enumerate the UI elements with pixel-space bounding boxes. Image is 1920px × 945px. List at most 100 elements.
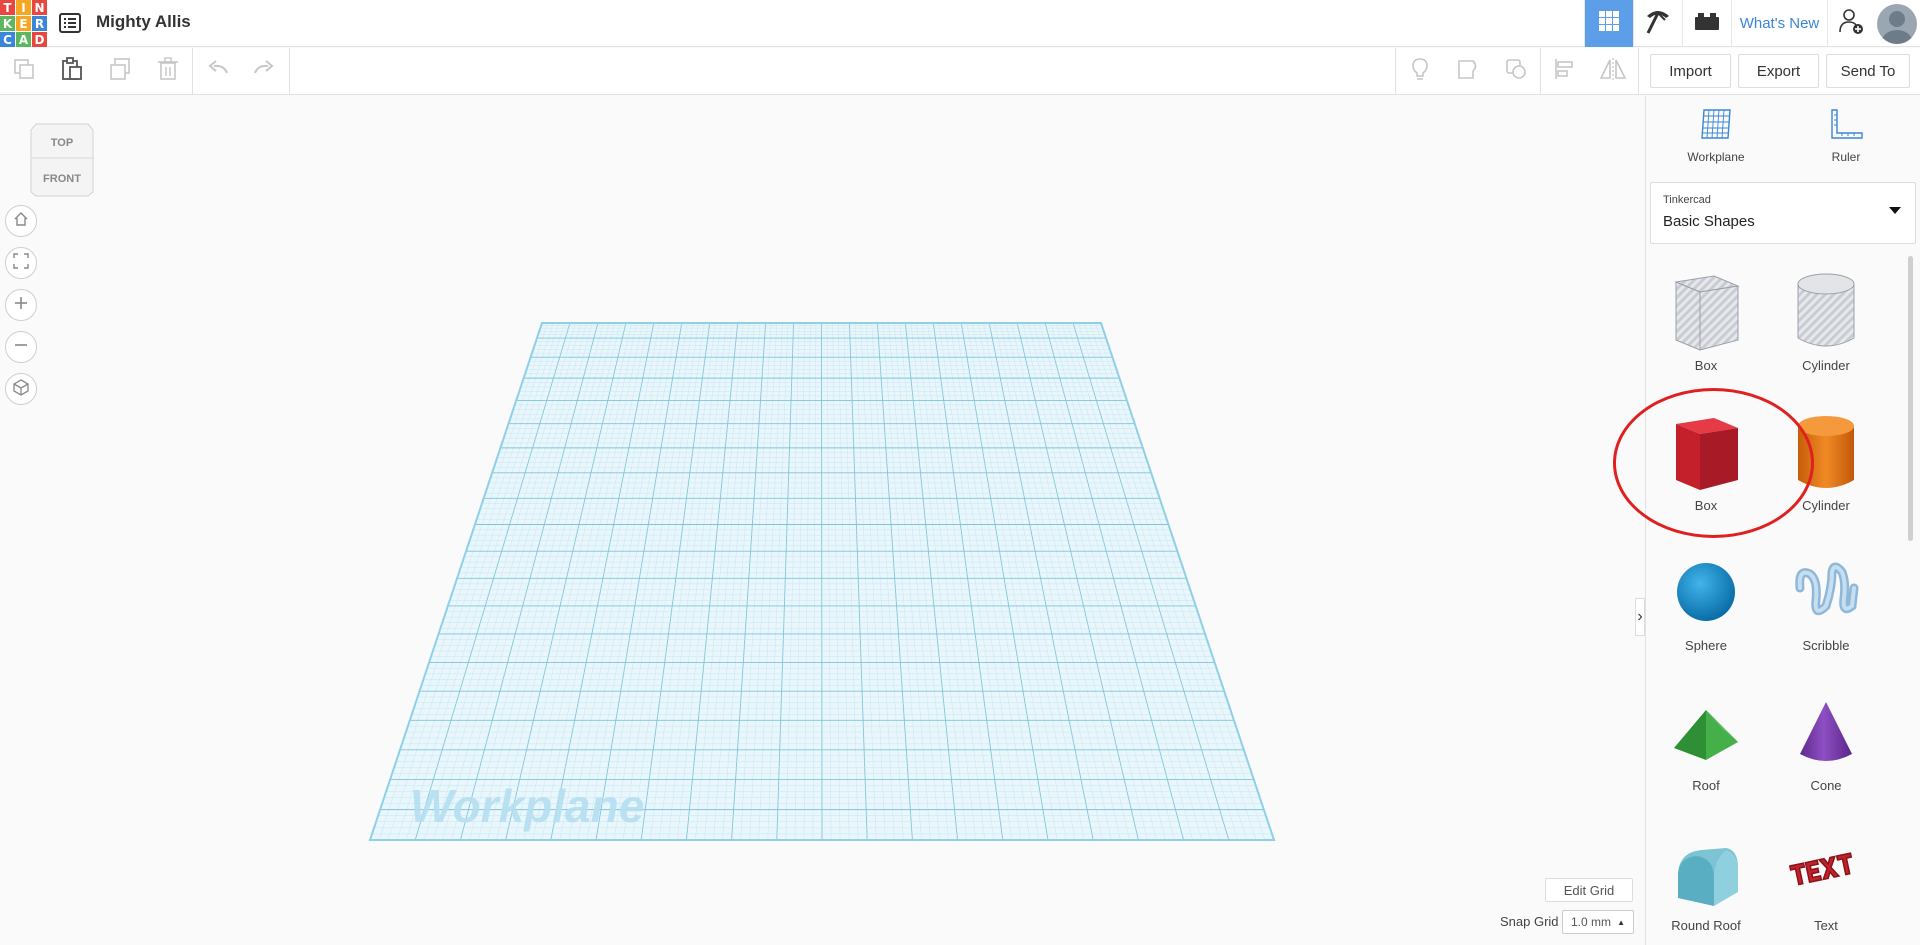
whats-new-link[interactable]: What's New xyxy=(1731,0,1827,47)
shape-box[interactable]: Box xyxy=(1646,396,1766,536)
zoom-in-button[interactable] xyxy=(5,289,37,321)
export-button[interactable]: Export xyxy=(1738,54,1819,88)
shape-text[interactable]: Text xyxy=(1766,816,1886,945)
top-bar: T I N K E R C A D Mighty Allis What's Ne… xyxy=(0,0,1920,47)
ruler-tool-button[interactable]: Ruler xyxy=(1786,96,1906,176)
shape-label: Sphere xyxy=(1685,638,1727,653)
cone-icon xyxy=(1800,702,1852,761)
shapes-scrollbar[interactable] xyxy=(1908,256,1913,541)
trash-icon xyxy=(155,56,181,87)
duplicate-button[interactable] xyxy=(96,48,144,95)
roof-icon xyxy=(1674,710,1738,760)
delete-button[interactable] xyxy=(144,48,192,95)
add-user-icon xyxy=(1836,6,1866,41)
workplane-tool-button[interactable]: Workplane xyxy=(1656,96,1776,176)
copy-icon xyxy=(11,56,37,87)
workplane-grid-icon xyxy=(1698,107,1734,144)
snap-grid-value: 1.0 mm xyxy=(1571,915,1612,929)
ruler-icon xyxy=(1828,107,1864,144)
solid-button[interactable] xyxy=(1492,48,1540,95)
zoom-out-button[interactable] xyxy=(5,331,37,363)
shape-roof[interactable]: Roof xyxy=(1646,676,1766,816)
copy-button[interactable] xyxy=(0,48,48,95)
shape-box-hole[interactable]: Box xyxy=(1646,256,1766,396)
edit-grid-button[interactable]: Edit Grid xyxy=(1545,878,1633,902)
snap-grid-label: Snap Grid xyxy=(1500,914,1559,929)
viewcube-front-label: FRONT xyxy=(43,173,81,185)
shape-library-select[interactable]: Tinkercad Basic Shapes xyxy=(1650,182,1916,244)
avatar[interactable] xyxy=(1873,0,1920,47)
design-list-icon[interactable] xyxy=(58,11,82,35)
viewcube-top-label: TOP xyxy=(51,137,73,149)
hole-button[interactable] xyxy=(1444,48,1492,95)
snap-grid-select[interactable]: 1.0 mm ▲ xyxy=(1562,910,1634,934)
redo-button[interactable] xyxy=(240,48,288,95)
undo-icon xyxy=(205,56,231,87)
undo-button[interactable] xyxy=(194,48,242,95)
library-source: Tinkercad xyxy=(1663,194,1711,206)
chevron-right-icon: › xyxy=(1637,608,1643,625)
bricks-view-button[interactable] xyxy=(1682,0,1731,47)
shapes-panel: Workplane Ruler Tinkercad Basic Shapes B… xyxy=(1645,96,1920,945)
logo-letter: K xyxy=(0,16,15,31)
view-cube[interactable]: TOP FRONT xyxy=(30,122,94,198)
logo-letter: I xyxy=(16,0,31,15)
caret-up-icon: ▲ xyxy=(1617,918,1625,927)
text-shape-icon xyxy=(1788,852,1853,886)
workplane-tool-label: Workplane xyxy=(1687,150,1745,164)
shapes-grid: Box Cylinder Box Cylinder Sphere Scribbl… xyxy=(1646,256,1911,945)
brick-icon xyxy=(1693,10,1721,37)
notes-button[interactable] xyxy=(1396,48,1444,95)
cube-outline-icon xyxy=(12,378,30,401)
grid-icon xyxy=(1597,9,1621,38)
shape-label: Scribble xyxy=(1802,638,1850,653)
lightbulb-icon xyxy=(1407,56,1433,87)
logo-letter: T xyxy=(0,0,15,15)
3d-view-button[interactable] xyxy=(1584,0,1633,47)
collapse-panel-toggle[interactable]: › xyxy=(1635,598,1645,636)
paste-icon xyxy=(59,56,85,87)
logo-letter: R xyxy=(32,16,47,31)
mirror-button[interactable] xyxy=(1589,48,1637,95)
home-view-button[interactable] xyxy=(5,205,37,237)
align-button[interactable] xyxy=(1541,48,1589,95)
logo-letter: C xyxy=(0,32,15,47)
shape-label: Box xyxy=(1694,498,1718,513)
blocks-view-button[interactable] xyxy=(1633,0,1682,47)
shape-cylinder-hole[interactable]: Cylinder xyxy=(1766,256,1886,396)
logo-letter: N xyxy=(32,0,47,15)
design-title[interactable]: Mighty Allis xyxy=(96,12,191,32)
align-icon xyxy=(1552,56,1578,87)
shape-cylinder[interactable]: Cylinder xyxy=(1766,396,1886,536)
perspective-button[interactable] xyxy=(5,373,37,405)
library-name: Basic Shapes xyxy=(1663,213,1755,230)
send-to-button[interactable]: Send To xyxy=(1826,54,1910,88)
logo-letter: D xyxy=(32,32,47,47)
fit-view-button[interactable] xyxy=(5,247,37,279)
duplicate-icon xyxy=(107,56,133,87)
add-user-button[interactable] xyxy=(1827,0,1873,47)
shape-round-roof[interactable]: Round Roof xyxy=(1646,816,1766,945)
cylinder-solid-icon xyxy=(1798,416,1854,488)
shape-cone[interactable]: Cone xyxy=(1766,676,1886,816)
workplane-grid[interactable]: Workplane xyxy=(0,96,1645,945)
shape-label: Round Roof xyxy=(1671,918,1741,933)
shape-label: Text xyxy=(1814,918,1838,933)
workplane-label: Workplane xyxy=(410,780,644,832)
hole-shape-icon xyxy=(1455,56,1481,87)
shape-label: Roof xyxy=(1692,778,1720,793)
3d-viewport[interactable]: Workplane TOP FRONT › Edit Grid Snap Gri… xyxy=(0,96,1645,945)
redo-icon xyxy=(251,56,277,87)
edit-toolbar: Import Export Send To xyxy=(0,48,1920,95)
mirror-icon xyxy=(1598,56,1628,87)
shape-label: Cone xyxy=(1810,778,1842,793)
shape-label: Cylinder xyxy=(1802,358,1850,373)
dropdown-arrow-icon xyxy=(1889,207,1901,214)
shape-sphere[interactable]: Sphere xyxy=(1646,536,1766,676)
tinkercad-logo[interactable]: T I N K E R C A D xyxy=(0,0,47,47)
logo-letter: E xyxy=(16,16,31,31)
shape-scribble[interactable]: Scribble xyxy=(1766,536,1886,676)
paste-button[interactable] xyxy=(48,48,96,95)
import-button[interactable]: Import xyxy=(1650,54,1731,88)
scribble-icon xyxy=(1795,562,1859,616)
